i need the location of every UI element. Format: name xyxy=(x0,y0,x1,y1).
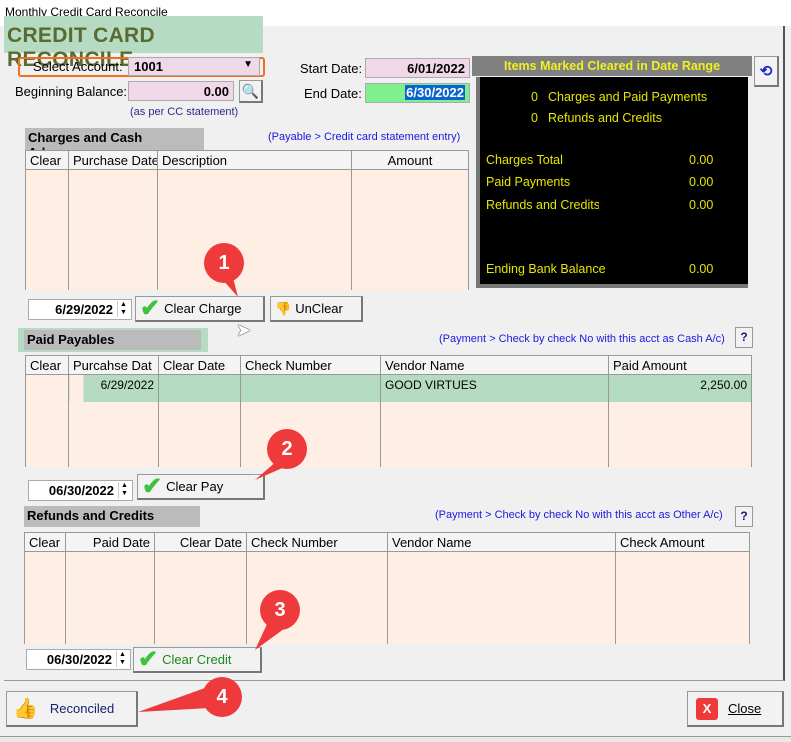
callout-2: 2 xyxy=(267,429,307,469)
callout-4: 4 xyxy=(202,677,242,717)
callout-1: 1 xyxy=(204,243,244,283)
callout-3: 3 xyxy=(260,590,300,630)
callout-pointers xyxy=(138,270,296,712)
callout-pointer-4 xyxy=(138,688,210,712)
